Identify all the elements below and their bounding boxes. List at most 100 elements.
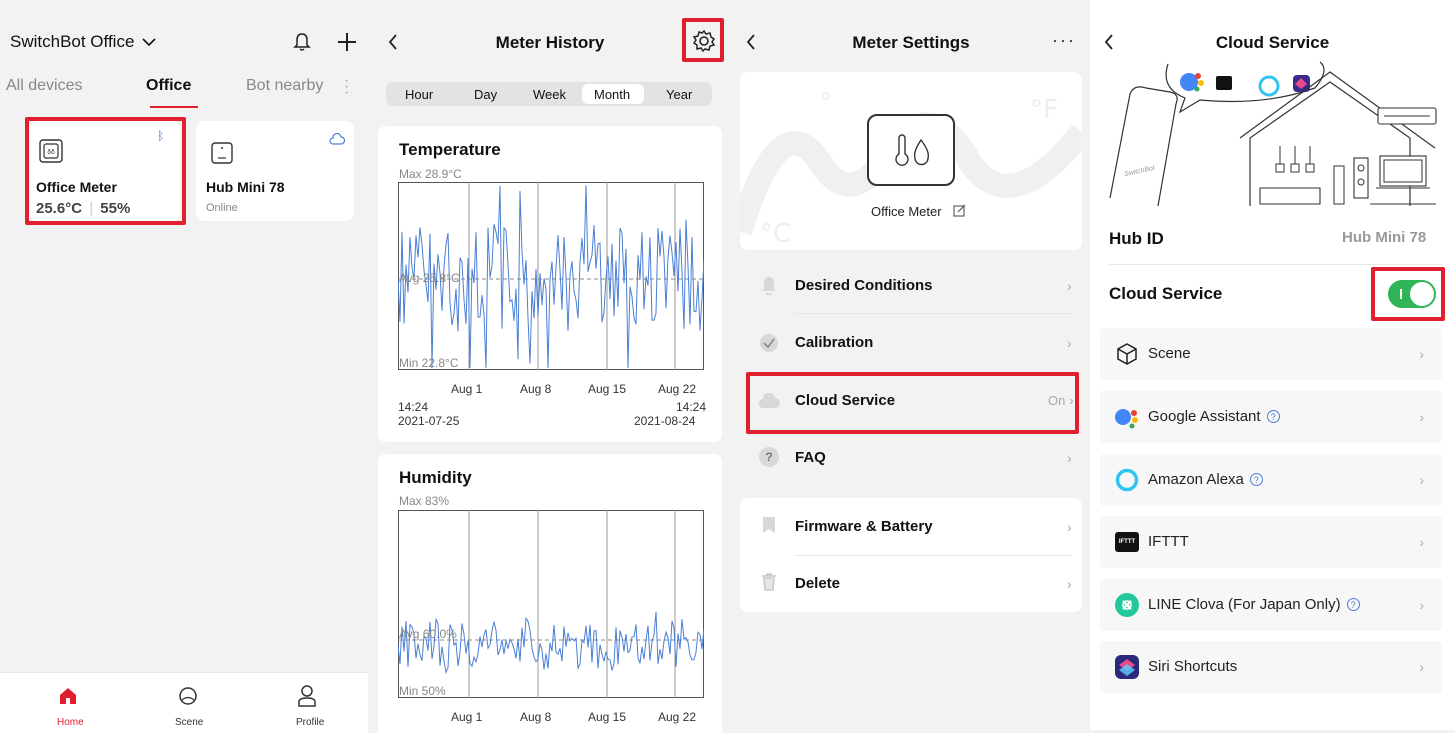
device-temperature: 25.6°C xyxy=(36,200,83,217)
service-siri-shortcuts[interactable]: Siri Shortcuts › xyxy=(1100,641,1442,693)
ifttt-icon: IFTTT xyxy=(1115,532,1139,552)
service-scene[interactable]: Scene › xyxy=(1100,328,1442,380)
chevron-right-icon: › xyxy=(1067,335,1072,351)
cloud-service-status: On xyxy=(1048,393,1066,408)
line-clova-icon xyxy=(1115,593,1139,617)
help-icon: ? xyxy=(759,447,779,467)
page-title: Cloud Service xyxy=(1215,33,1330,52)
temperature-chart-card: Temperature Max 28.9°C Avg 25.8°C Min 22… xyxy=(378,126,722,442)
range-day[interactable]: Day xyxy=(474,87,497,102)
chevron-right-icon: › xyxy=(1419,659,1424,675)
chevron-right-icon: › xyxy=(1419,472,1424,488)
page-title: Meter History xyxy=(495,33,605,52)
row-delete[interactable]: Delete › xyxy=(740,555,1082,612)
service-ifttt[interactable]: IFTTT IFTTT › xyxy=(1100,516,1442,568)
hub-id-label: Hub ID xyxy=(1109,229,1164,248)
help-icon[interactable]: ? xyxy=(1249,473,1263,486)
nav-profile-label[interactable]: Profile xyxy=(296,717,324,728)
scene-cube-icon xyxy=(1117,343,1137,365)
hub-id-value: Hub Mini 78 xyxy=(1342,229,1427,246)
range-hour[interactable]: Hour xyxy=(405,87,433,102)
service-google-assistant[interactable]: Google Assistant? › xyxy=(1100,391,1442,443)
bluetooth-icon: ᛒ xyxy=(157,129,165,143)
range-month[interactable]: Month xyxy=(594,87,630,102)
toggle-knob xyxy=(1410,282,1434,306)
trash-icon xyxy=(762,573,776,591)
meter-device-icon: ðð xyxy=(39,139,63,163)
start-date: 2021-07-25 xyxy=(398,414,460,428)
google-assistant-icon xyxy=(1115,409,1138,429)
device-name: Office Meter xyxy=(36,179,117,195)
service-line-clova[interactable]: LINE Clova (For Japan Only)? › xyxy=(1100,579,1442,631)
row-desired-conditions[interactable]: Desired Conditions › xyxy=(740,256,1082,314)
tick-label: Aug 1 xyxy=(451,710,483,724)
settings-gear-icon[interactable] xyxy=(692,29,716,53)
cloud-icon xyxy=(329,133,345,145)
home-selector[interactable]: SwitchBot Office xyxy=(10,32,156,52)
check-circle-icon xyxy=(760,334,778,352)
nav-home-label[interactable]: Home xyxy=(57,717,84,728)
service-amazon-alexa[interactable]: Amazon Alexa? › xyxy=(1100,454,1442,506)
bell-icon[interactable] xyxy=(293,32,311,52)
profile-icon[interactable] xyxy=(297,684,317,708)
chart-min: Min 50% xyxy=(399,684,446,698)
help-icon[interactable]: ? xyxy=(1266,410,1280,423)
meter-settings-screen: Meter Settings ··· ° °F °C Office Meter xyxy=(732,0,1090,733)
chevron-right-icon: › xyxy=(1067,576,1072,592)
home-screen: SwitchBot Office All devices Office Bot … xyxy=(0,0,368,733)
tab-indicator xyxy=(150,106,198,108)
svg-text:ðð: ðð xyxy=(47,149,55,156)
tick-label: Aug 8 xyxy=(520,382,552,396)
device-card-hub-mini[interactable]: Hub Mini 78 Online xyxy=(196,121,354,221)
siri-shortcuts-icon xyxy=(1115,655,1139,679)
help-icon[interactable]: ? xyxy=(1346,598,1360,611)
svg-text:°C: °C xyxy=(760,219,791,249)
tab-bot-nearby[interactable]: Bot nearby xyxy=(246,77,323,95)
settings-list-2: Firmware & Battery › Delete › xyxy=(740,498,1082,612)
svg-text:°: ° xyxy=(820,88,832,116)
tick-label: Aug 22 xyxy=(658,710,697,724)
chart-max: Max 28.9°C xyxy=(399,167,462,181)
row-faq[interactable]: ? FAQ › xyxy=(740,430,1082,486)
tab-office[interactable]: Office xyxy=(146,77,191,95)
range-segmented-control: Hour Day Week Month Year xyxy=(386,82,712,106)
chevron-right-icon: › xyxy=(1067,278,1072,294)
add-icon[interactable] xyxy=(337,32,357,52)
cloud-service-screen: Cloud Service SwitchBot Hub ID Hub Mini … xyxy=(1090,0,1455,733)
more-icon[interactable]: ··· xyxy=(344,73,349,101)
tick-label: Aug 1 xyxy=(451,382,483,396)
start-time: 14:24 xyxy=(398,400,429,414)
more-icon[interactable]: ··· xyxy=(1052,30,1076,51)
chevron-right-icon: › xyxy=(1419,346,1424,362)
chart-title: Temperature xyxy=(399,140,501,159)
edit-icon[interactable] xyxy=(953,204,966,217)
chevron-right-icon: › xyxy=(1419,534,1424,550)
cloud-service-toggle[interactable] xyxy=(1388,280,1436,308)
row-firmware-battery[interactable]: Firmware & Battery › xyxy=(740,498,1082,555)
nav-scene-label[interactable]: Scene xyxy=(175,717,203,728)
chart-min: Min 22.8°C xyxy=(399,356,459,370)
hub-device-icon xyxy=(211,142,233,164)
chevron-right-icon: › xyxy=(1067,519,1072,535)
tab-all-devices[interactable]: All devices xyxy=(6,77,82,95)
row-cloud-service[interactable]: Cloud Service On › xyxy=(740,372,1082,430)
scene-icon[interactable] xyxy=(177,685,199,707)
tick-label: Aug 8 xyxy=(520,710,552,724)
chart-title: Humidity xyxy=(399,468,472,487)
bell-icon xyxy=(762,277,776,296)
meter-history-screen: Meter History Hour Day Week Month Year T… xyxy=(368,0,732,733)
home-icon[interactable] xyxy=(58,686,78,706)
range-week[interactable]: Week xyxy=(533,87,566,102)
device-card-office-meter[interactable]: ðð ᛒ Office Meter 25.6°C | 55% xyxy=(30,121,180,221)
firmware-icon xyxy=(763,517,775,533)
settings-list-1: Desired Conditions › Calibration › Cloud… xyxy=(740,256,1082,486)
end-time: 14:24 xyxy=(676,400,707,414)
device-name: Hub Mini 78 xyxy=(206,179,285,195)
end-date: 2021-08-24 xyxy=(634,414,696,428)
meter-icon-box xyxy=(867,114,955,186)
row-calibration[interactable]: Calibration › xyxy=(740,314,1082,372)
smart-home-illustration xyxy=(1109,61,1437,207)
page-title: Meter Settings xyxy=(852,33,970,52)
range-year[interactable]: Year xyxy=(666,87,692,102)
tick-label: Aug 15 xyxy=(588,382,627,396)
